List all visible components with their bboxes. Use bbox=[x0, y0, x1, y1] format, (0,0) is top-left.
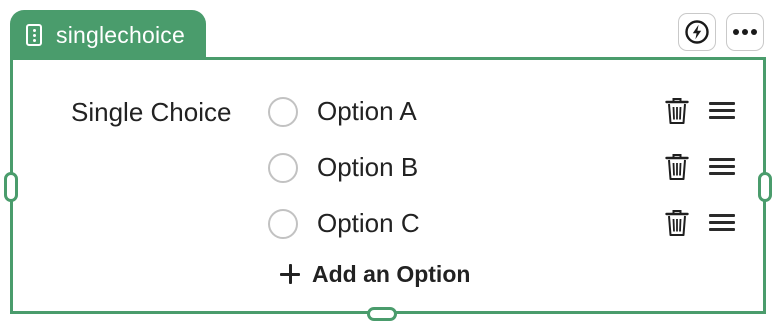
option-row: Option B bbox=[266, 150, 746, 190]
question-label[interactable]: Single Choice bbox=[71, 96, 231, 128]
add-option-button[interactable]: Add an Option bbox=[279, 258, 470, 290]
trash-icon[interactable] bbox=[665, 209, 689, 237]
option-label[interactable]: Option B bbox=[317, 151, 418, 183]
lightning-icon bbox=[685, 20, 709, 44]
trash-icon[interactable] bbox=[665, 97, 689, 125]
drag-handle-icon[interactable] bbox=[709, 158, 735, 178]
option-row: Option A bbox=[266, 94, 746, 134]
option-radio[interactable] bbox=[268, 209, 298, 239]
resize-handle-right[interactable] bbox=[758, 172, 772, 202]
block-type-label: singlechoice bbox=[56, 21, 185, 48]
resize-handle-bottom[interactable] bbox=[367, 307, 397, 321]
option-row: Option C bbox=[266, 206, 746, 246]
trash-icon[interactable] bbox=[665, 153, 689, 181]
more-options-button[interactable] bbox=[726, 13, 764, 51]
option-label[interactable]: Option A bbox=[317, 95, 417, 127]
drag-handle-icon[interactable] bbox=[709, 102, 735, 122]
option-radio[interactable] bbox=[268, 97, 298, 127]
resize-handle-left[interactable] bbox=[4, 172, 18, 202]
block-type-tag[interactable]: singlechoice bbox=[10, 10, 206, 60]
add-option-label: Add an Option bbox=[312, 260, 471, 287]
plus-icon bbox=[279, 263, 301, 285]
more-horizontal-icon bbox=[733, 29, 757, 35]
drag-handle-icon[interactable] bbox=[709, 214, 735, 234]
form-field-icon bbox=[26, 24, 42, 46]
option-label[interactable]: Option C bbox=[317, 207, 420, 239]
option-radio[interactable] bbox=[268, 153, 298, 183]
actions-button[interactable] bbox=[678, 13, 716, 51]
